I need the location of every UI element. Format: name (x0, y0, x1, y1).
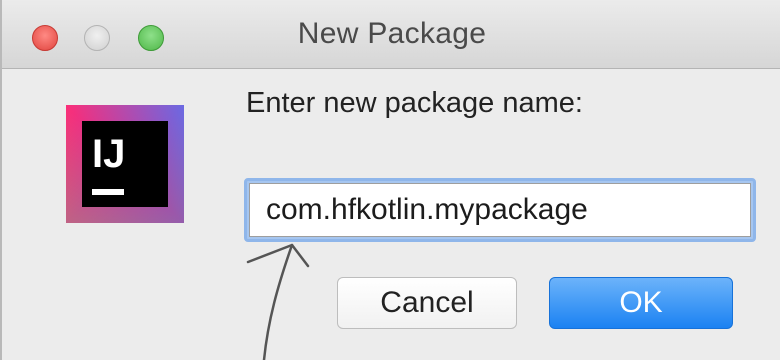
title-bar: New Package (2, 0, 780, 69)
cancel-button[interactable]: Cancel (337, 277, 517, 329)
ok-button[interactable]: OK (549, 277, 733, 329)
window-title: New Package (297, 17, 487, 50)
logo-text: IJ (92, 132, 125, 176)
new-package-dialog: New Package IJ Enter new package name: C… (0, 0, 780, 360)
package-name-input[interactable] (249, 183, 751, 237)
intellij-idea-icon: IJ (66, 105, 184, 223)
package-name-focus-ring (244, 178, 756, 242)
package-name-prompt: Enter new package name: (246, 87, 583, 119)
